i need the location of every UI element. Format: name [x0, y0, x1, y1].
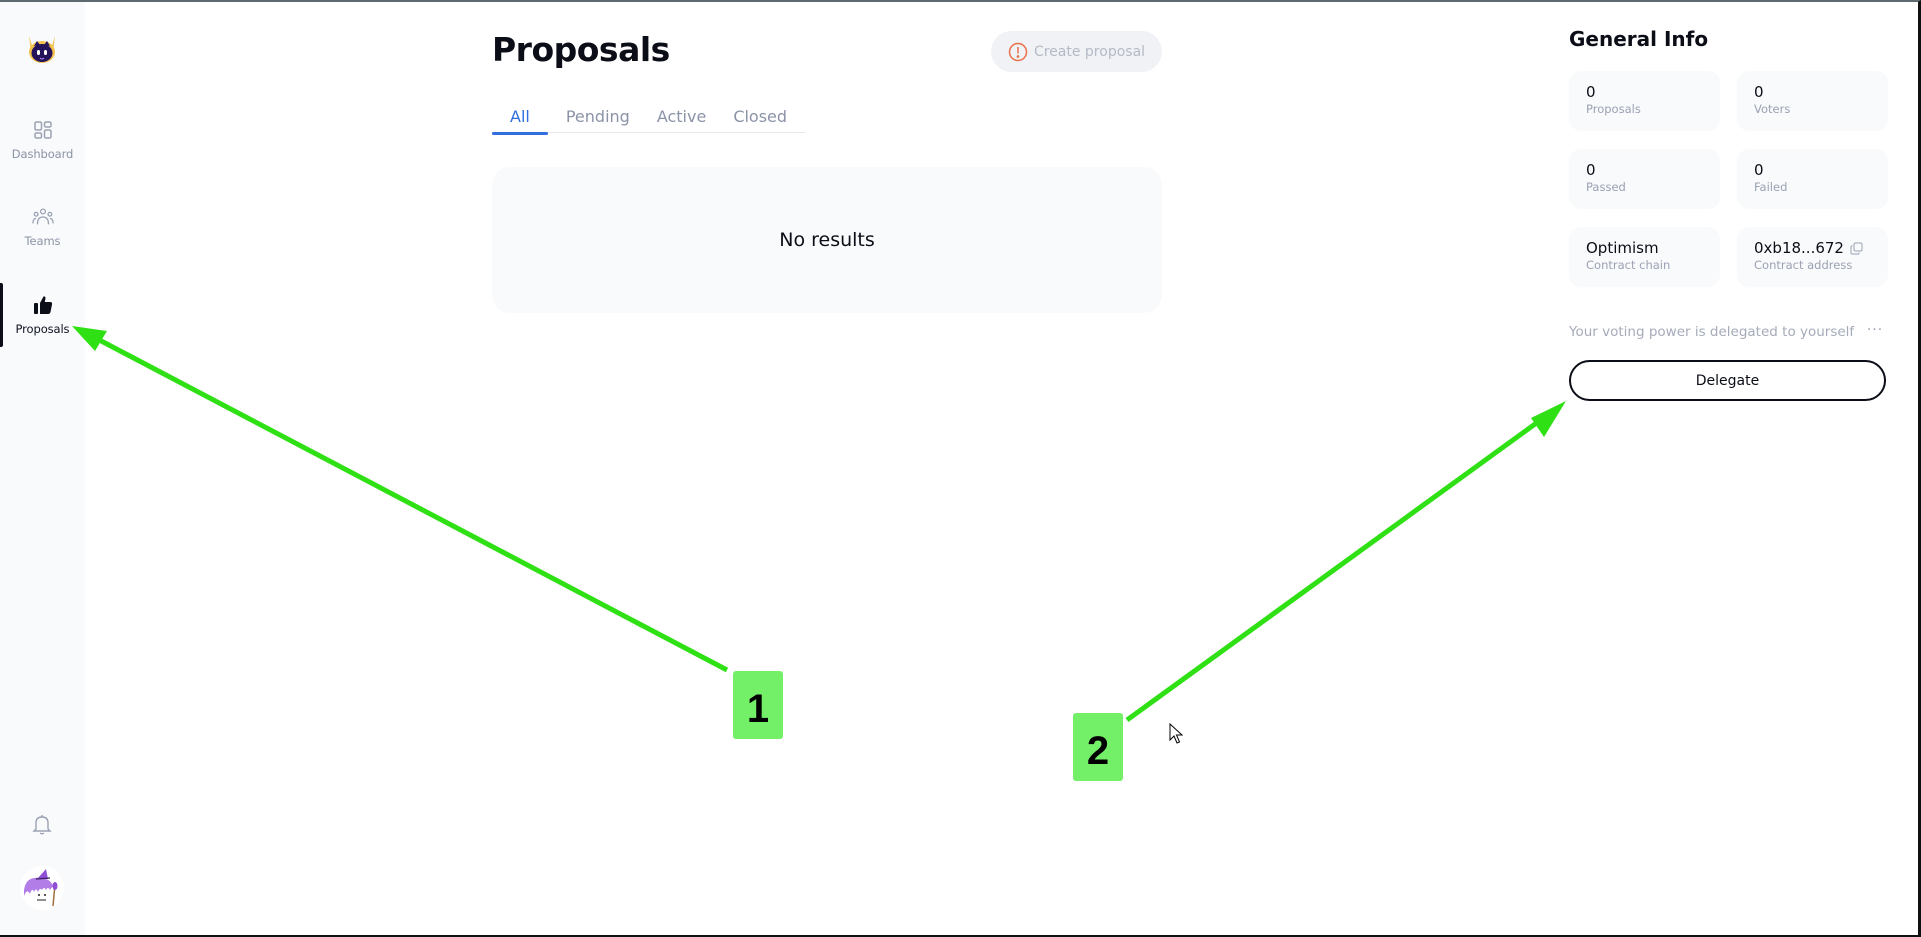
contract-address-value: 0xb18...672: [1754, 239, 1844, 257]
tab-all[interactable]: All: [492, 100, 548, 135]
annotation-marker-2: 2: [1073, 713, 1123, 781]
stat-label: Contract chain: [1586, 258, 1671, 272]
dashboard-grid-icon: [33, 121, 52, 139]
empty-state-text: No results: [779, 229, 875, 251]
general-info-title: General Info: [1569, 27, 1709, 51]
stat-card-failed: 0 Failed: [1737, 149, 1888, 209]
annotation-arrow-1: [72, 326, 729, 673]
sidebar-item-teams[interactable]: Teams: [0, 191, 85, 263]
sidebar-item-label: Teams: [24, 234, 61, 248]
stat-value: Optimism: [1586, 239, 1659, 257]
copy-icon[interactable]: [1850, 242, 1863, 255]
proposals-empty-state: No results: [492, 167, 1162, 313]
stat-card-voters: 0 Voters: [1737, 71, 1888, 131]
stat-label: Failed: [1754, 180, 1788, 194]
sidebar-item-dashboard[interactable]: Dashboard: [0, 104, 85, 176]
thumbs-up-icon: [33, 296, 52, 314]
create-proposal-button[interactable]: Create proposal: [991, 31, 1162, 72]
bell-icon[interactable]: [31, 813, 53, 835]
stat-card-proposals: 0 Proposals: [1569, 71, 1720, 131]
stat-value: 0: [1586, 83, 1596, 101]
stat-label: Contract address: [1754, 258, 1853, 272]
mouse-cursor-icon: [1169, 723, 1183, 744]
sidebar-item-label: Proposals: [15, 322, 70, 336]
sidebar-item-label: Dashboard: [11, 147, 74, 161]
stat-value: 0: [1754, 161, 1764, 179]
stat-label: Passed: [1586, 180, 1626, 194]
annotation-arrow-2: [1125, 401, 1566, 723]
delegate-button[interactable]: Delegate: [1569, 360, 1886, 401]
stat-label: Voters: [1754, 102, 1791, 116]
stat-value: 0: [1754, 83, 1764, 101]
tab-active[interactable]: Active: [648, 100, 716, 133]
window-frame: [0, 0, 1921, 937]
page-title: Proposals: [492, 30, 670, 69]
annotation-overlay: [72, 326, 1566, 723]
stat-value: 0: [1586, 161, 1596, 179]
stat-value-row: 0xb18...672: [1754, 239, 1871, 257]
stat-card-contract-address: 0xb18...672 Contract address: [1737, 227, 1888, 287]
stat-card-passed: 0 Passed: [1569, 149, 1720, 209]
stat-label: Proposals: [1586, 102, 1641, 116]
team-people-icon: [31, 208, 54, 225]
proposal-tabs: All Pending Active Closed: [492, 100, 805, 135]
tab-closed[interactable]: Closed: [724, 100, 796, 133]
create-proposal-label: Create proposal: [1033, 43, 1146, 60]
annotation-marker-1: 1: [733, 671, 783, 739]
alert-circle-icon: [1008, 42, 1028, 61]
app-logo[interactable]: [24, 32, 60, 68]
stat-card-contract-chain: Optimism Contract chain: [1569, 227, 1720, 287]
tab-pending[interactable]: Pending: [557, 100, 639, 133]
sidebar: Dashboard Teams Proposals: [0, 2, 85, 935]
avatar[interactable]: [20, 866, 64, 910]
voting-power-status: Your voting power is delegated to yourse…: [1569, 324, 1855, 340]
more-options-icon[interactable]: ···: [1864, 322, 1886, 340]
sidebar-item-proposals[interactable]: Proposals: [0, 279, 85, 351]
